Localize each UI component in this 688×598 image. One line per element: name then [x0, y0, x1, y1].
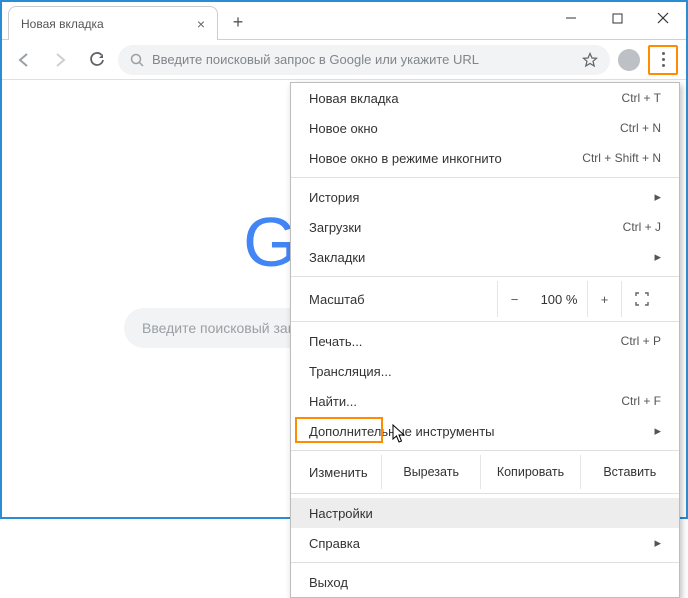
menu-zoom: Масштаб − 100 % + — [291, 281, 679, 317]
menu-settings[interactable]: Настройки — [291, 498, 679, 528]
submenu-arrow-icon: ▸ — [654, 535, 661, 551]
submenu-arrow-icon: ▸ — [654, 249, 661, 265]
menu-edit-row: Изменить Вырезать Копировать Вставить — [291, 455, 679, 489]
toolbar: Введите поисковый запрос в Google или ук… — [2, 40, 686, 80]
menu-help[interactable]: Справка ▸ — [291, 528, 679, 558]
menu-print[interactable]: Печать... Ctrl + P — [291, 326, 679, 356]
new-tab-button[interactable]: + — [224, 8, 252, 36]
cursor-icon — [392, 424, 408, 446]
menu-separator — [291, 562, 679, 563]
window-controls — [548, 2, 686, 34]
menu-separator — [291, 177, 679, 178]
menu-separator — [291, 450, 679, 451]
main-menu-button[interactable] — [648, 45, 678, 75]
submenu-arrow-icon: ▸ — [654, 189, 661, 205]
search-icon — [130, 53, 144, 67]
zoom-in-button[interactable]: + — [587, 281, 621, 317]
zoom-out-button[interactable]: − — [497, 281, 531, 317]
bookmark-star-icon[interactable] — [582, 52, 598, 68]
zoom-value: 100 % — [531, 292, 587, 307]
menu-find[interactable]: Найти... Ctrl + F — [291, 386, 679, 416]
forward-button[interactable] — [46, 46, 74, 74]
menu-new-window[interactable]: Новое окно Ctrl + N — [291, 113, 679, 143]
close-tab-icon[interactable]: × — [197, 16, 205, 32]
menu-separator — [291, 321, 679, 322]
back-button[interactable] — [10, 46, 38, 74]
browser-tab[interactable]: Новая вкладка × — [8, 6, 218, 40]
profile-avatar[interactable] — [618, 49, 640, 71]
minimize-button[interactable] — [548, 2, 594, 34]
menu-paste[interactable]: Вставить — [580, 455, 679, 489]
fullscreen-button[interactable] — [621, 281, 661, 317]
omnibox-placeholder: Введите поисковый запрос в Google или ук… — [152, 52, 479, 67]
main-menu: Новая вкладка Ctrl + T Новое окно Ctrl +… — [290, 82, 680, 598]
menu-incognito[interactable]: Новое окно в режиме инкогнито Ctrl + Shi… — [291, 143, 679, 173]
menu-copy[interactable]: Копировать — [480, 455, 579, 489]
kebab-icon — [662, 52, 665, 67]
menu-cast[interactable]: Трансляция... — [291, 356, 679, 386]
reload-button[interactable] — [82, 46, 110, 74]
tab-title: Новая вкладка — [21, 17, 104, 31]
titlebar: Новая вкладка × + — [2, 2, 686, 40]
menu-new-tab[interactable]: Новая вкладка Ctrl + T — [291, 83, 679, 113]
menu-exit[interactable]: Выход — [291, 567, 679, 597]
menu-history[interactable]: История ▸ — [291, 182, 679, 212]
menu-separator — [291, 493, 679, 494]
menu-more-tools[interactable]: Дополнительные инструменты ▸ — [291, 416, 679, 446]
close-window-button[interactable] — [640, 2, 686, 34]
menu-downloads[interactable]: Загрузки Ctrl + J — [291, 212, 679, 242]
maximize-button[interactable] — [594, 2, 640, 34]
menu-cut[interactable]: Вырезать — [381, 455, 480, 489]
submenu-arrow-icon: ▸ — [654, 423, 661, 439]
menu-edit-label: Изменить — [291, 455, 381, 489]
menu-bookmarks[interactable]: Закладки ▸ — [291, 242, 679, 272]
omnibox[interactable]: Введите поисковый запрос в Google или ук… — [118, 45, 610, 75]
menu-separator — [291, 276, 679, 277]
